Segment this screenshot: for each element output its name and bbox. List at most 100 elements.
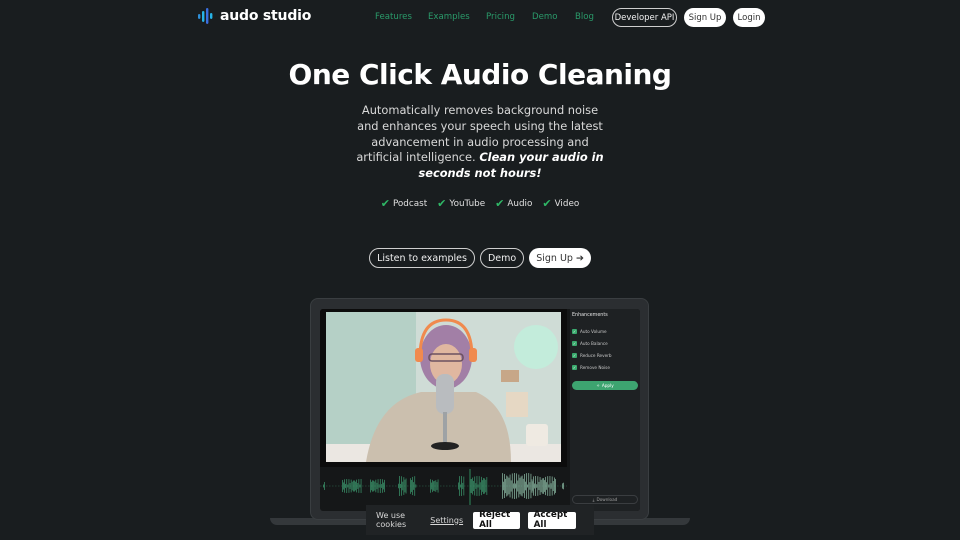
option-label: Auto Volume: [580, 329, 607, 334]
accept-all-button[interactable]: Accept All: [527, 510, 577, 530]
waveform-bar: [415, 484, 417, 488]
waveform-bar: [551, 476, 553, 496]
option-remove-noise[interactable]: ✓ Remove Noise: [572, 365, 610, 370]
waveform-bar: [504, 473, 505, 499]
waveform-bar: [517, 480, 519, 492]
hero-title: One Click Audio Cleaning: [288, 58, 672, 91]
nav-link-pricing[interactable]: Pricing: [486, 12, 515, 22]
video-frame: [320, 309, 567, 467]
waveform-bar: [550, 483, 552, 489]
waveform-bar: [510, 480, 512, 492]
checkbox-checked-icon[interactable]: ✓: [572, 353, 577, 358]
waveform-bar: [543, 478, 544, 494]
waveform-bar: [381, 484, 382, 488]
cookie-banner: We use cookies Settings Reject All Accep…: [366, 505, 594, 535]
waveform-bar: [506, 475, 508, 497]
download-label: Download: [596, 497, 618, 502]
waveform-bar: [514, 473, 515, 499]
hero-sign-up-button[interactable]: Sign Up ➔: [529, 248, 591, 268]
waveform-bar: [481, 476, 482, 496]
waveform-bar: [371, 481, 372, 491]
waveform-bar: [554, 477, 555, 495]
waveform-bar: [485, 479, 487, 493]
waveform-bar: [521, 475, 523, 497]
waveform-bar: [520, 476, 522, 496]
brand-name: audo studio: [220, 8, 312, 24]
waveform-bar: [476, 476, 478, 496]
app-preview-screen: Enhancements ✓ Auto Volume ✓ Auto Balance …: [320, 309, 640, 511]
waveform-bar: [348, 479, 350, 493]
waveform-bar: [547, 476, 549, 496]
waveform-bar: [436, 482, 438, 490]
waveform-bar: [539, 477, 541, 495]
waveform-bar: [377, 479, 379, 493]
waveform-bar: [529, 482, 531, 490]
waveform-bar: [459, 476, 460, 496]
nav-sign-up-button[interactable]: Sign Up: [684, 8, 726, 27]
nav-link-examples[interactable]: Examples: [428, 12, 470, 22]
option-auto-balance[interactable]: ✓ Auto Balance: [572, 341, 608, 346]
waveform-bar: [549, 476, 551, 496]
waveform-bar: [412, 476, 413, 496]
waveform-bar: [399, 476, 400, 496]
waveform-bar: [430, 479, 431, 493]
waveform-bar: [349, 483, 351, 489]
use-case-tags: ✔ Podcast ✔ YouTube ✔ Audio ✔ Video: [0, 198, 960, 209]
reject-all-button[interactable]: Reject All: [473, 510, 520, 530]
panel-title: Enhancements: [572, 313, 608, 318]
waveform-bar: [411, 480, 412, 492]
waveform-bar: [471, 479, 472, 493]
magic-wand-icon: ✧: [596, 383, 600, 388]
waveform-bar: [376, 482, 378, 490]
waveform-bar: [351, 481, 353, 491]
waveform-bar: [355, 481, 356, 491]
waveform-bar: [536, 484, 538, 488]
top-nav: audo studio Features Examples Pricing De…: [0, 0, 960, 34]
waveform-bar: [462, 482, 464, 490]
demo-button[interactable]: Demo: [479, 248, 525, 268]
option-label: Auto Balance: [580, 341, 608, 346]
waveform-bar: [528, 473, 530, 499]
waveform-bar: [473, 480, 474, 492]
nav-link-demo[interactable]: Demo: [532, 12, 558, 22]
waveform-bar: [323, 484, 324, 488]
waveform-bar: [544, 480, 545, 492]
waveform-bar: [405, 478, 407, 494]
nav-link-features[interactable]: Features: [375, 12, 412, 22]
developer-api-button[interactable]: Developer API: [612, 8, 677, 27]
checkbox-checked-icon[interactable]: ✓: [572, 365, 577, 370]
login-button[interactable]: Login: [733, 8, 765, 27]
waveform-bar: [434, 480, 436, 492]
waveform-bar: [513, 483, 514, 489]
waveform-bar: [534, 483, 535, 489]
waveform-bar: [372, 480, 373, 492]
logo[interactable]: audo studio: [198, 8, 311, 24]
waveform-bar: [563, 482, 564, 490]
option-label: Remove Noise: [580, 365, 610, 370]
listen-examples-button[interactable]: Listen to examples: [369, 248, 475, 268]
arrow-right-icon: ➔: [575, 252, 584, 264]
waveform-bar: [342, 479, 343, 493]
check-icon: ✔: [542, 197, 552, 210]
tag-label: Podcast: [392, 198, 428, 209]
option-reduce-reverb[interactable]: ✓ Reduce Reverb: [572, 353, 612, 358]
checkbox-checked-icon[interactable]: ✓: [572, 329, 577, 334]
waveform-bar: [525, 481, 526, 491]
waveform-bar: [410, 478, 411, 494]
apply-button[interactable]: ✧ Apply: [572, 381, 638, 390]
waveform-bar: [472, 477, 473, 495]
cookie-message: We use cookies: [376, 511, 407, 529]
nav-link-blog[interactable]: Blog: [575, 12, 594, 22]
waveform-bar: [470, 479, 471, 493]
waveform-bar: [541, 478, 543, 494]
waveform-bar: [324, 482, 325, 490]
tag-label: Video: [554, 198, 580, 209]
checkbox-checked-icon[interactable]: ✓: [572, 341, 577, 346]
cookie-settings-link[interactable]: Settings: [430, 516, 463, 525]
option-auto-volume[interactable]: ✓ Auto Volume: [572, 329, 607, 334]
check-icon: ✔: [380, 197, 390, 210]
waveform-bar: [477, 484, 479, 488]
download-button[interactable]: ⤓ Download: [572, 495, 638, 504]
waveform-bar: [357, 483, 359, 489]
waveform-bar: [401, 476, 402, 496]
